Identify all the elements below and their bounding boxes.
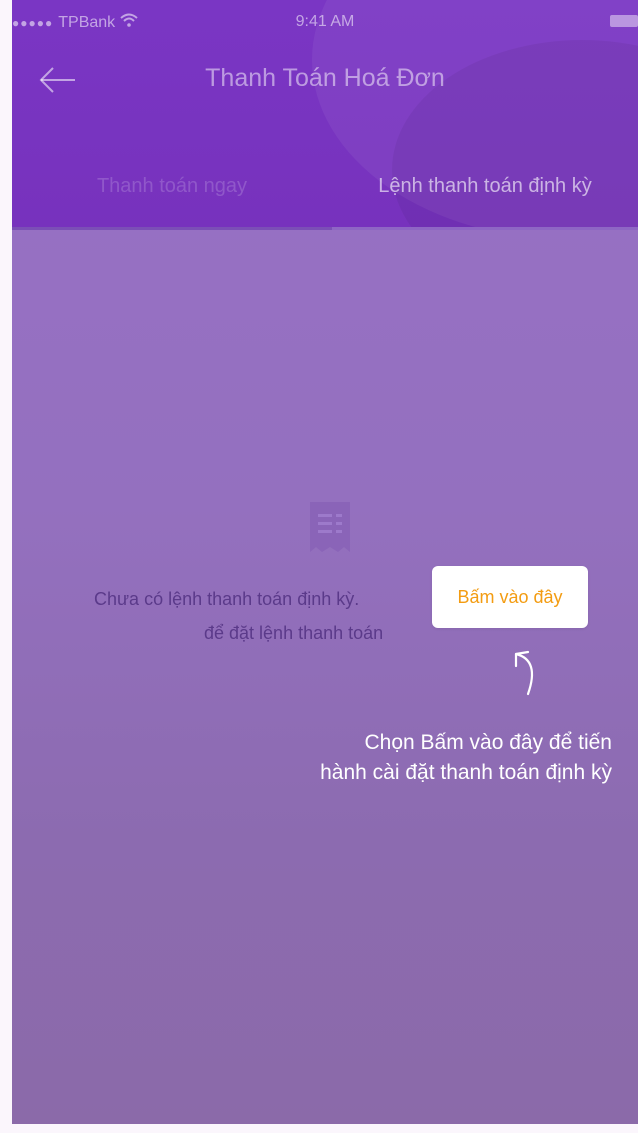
battery-icon xyxy=(610,15,638,27)
header-area: ●●●●● TPBank 9:41 AM Thanh Toán Hoá Đơn … xyxy=(12,0,638,230)
tab-underline-active xyxy=(332,227,638,230)
receipt-icon xyxy=(306,500,354,558)
tab-bar: Thanh toán ngay Lệnh thanh toán định kỳ xyxy=(12,165,638,230)
page-title: Thanh Toán Hoá Đơn xyxy=(205,64,445,92)
status-bar: ●●●●● TPBank 9:41 AM xyxy=(12,0,638,40)
navigation-bar: Thanh Toán Hoá Đơn xyxy=(12,50,638,110)
tab-recurring-payment[interactable]: Lệnh thanh toán định kỳ xyxy=(332,165,638,230)
tab-underline xyxy=(12,227,332,230)
status-time: 9:41 AM xyxy=(295,13,355,30)
tab-label: Lệnh thanh toán định kỳ xyxy=(378,175,592,197)
empty-state-line-2: để đặt lệnh thanh toán xyxy=(204,623,384,643)
curved-arrow-icon xyxy=(506,648,546,698)
tab-pay-now[interactable]: Thanh toán ngay xyxy=(12,165,332,230)
tab-label: Thanh toán ngay xyxy=(96,175,248,197)
tap-here-link[interactable]: Bấm vào đây xyxy=(432,566,588,628)
app-screen: ●●●●● TPBank 9:41 AM Thanh Toán Hoá Đơn … xyxy=(12,0,638,1124)
empty-state-line-1: Chưa có lệnh thanh toán định kỳ. xyxy=(94,589,360,609)
tutorial-hint: Chọn Bấm vào đây để tiến hành cài đặt th… xyxy=(320,731,612,784)
